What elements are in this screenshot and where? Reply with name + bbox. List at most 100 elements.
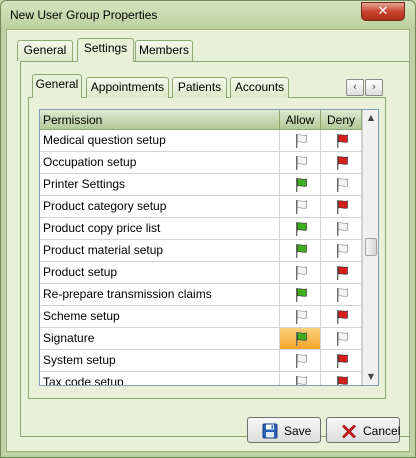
white-flag-icon (337, 332, 348, 346)
red-x-icon (342, 424, 356, 439)
white-flag-icon (296, 266, 307, 280)
tab-scroll-right-button[interactable]: › (365, 79, 383, 96)
inner-tab-patients[interactable]: Patients (172, 77, 227, 98)
permission-name: System setup (40, 350, 280, 371)
deny-cell[interactable] (321, 196, 362, 217)
white-flag-icon (337, 244, 348, 258)
allow-cell[interactable] (280, 328, 321, 349)
white-flag-icon (296, 134, 307, 148)
inner-tab-general[interactable]: General (32, 74, 82, 98)
scroll-thumb[interactable] (365, 238, 377, 256)
save-button[interactable]: Save (247, 417, 321, 443)
deny-cell[interactable] (321, 306, 362, 327)
grid-header: Permission Allow Deny (40, 110, 362, 130)
tab-settings[interactable]: Settings (77, 38, 134, 62)
green-flag-icon (296, 178, 307, 192)
table-row[interactable]: Product category setup (40, 196, 362, 218)
red-flag-icon (337, 354, 348, 368)
allow-cell[interactable] (280, 218, 321, 239)
permission-name: Tax code setup (40, 372, 280, 385)
table-row[interactable]: Re-prepare transmission claims (40, 284, 362, 306)
permission-name: Printer Settings (40, 174, 280, 195)
window-title: New User Group Properties (10, 8, 158, 22)
table-row[interactable]: System setup (40, 350, 362, 372)
scroll-up-icon[interactable]: ▲ (363, 110, 378, 126)
floppy-disk-icon (262, 423, 278, 439)
table-row[interactable]: Product setup (40, 262, 362, 284)
allow-cell[interactable] (280, 284, 321, 305)
column-header-allow[interactable]: Allow (280, 110, 321, 130)
tab-scroll-left-button[interactable]: ‹ (346, 79, 364, 96)
permission-name: Re-prepare transmission claims (40, 284, 280, 305)
permissions-grid[interactable]: Permission Allow Deny Medical question s… (39, 109, 379, 386)
permission-name: Product setup (40, 262, 280, 283)
white-flag-icon (337, 222, 348, 236)
tab-members[interactable]: Members (135, 40, 193, 61)
deny-cell[interactable] (321, 372, 362, 385)
deny-cell[interactable] (321, 328, 362, 349)
vertical-scrollbar[interactable]: ▲ ▼ (362, 110, 378, 385)
deny-cell[interactable] (321, 240, 362, 261)
column-header-permission[interactable]: Permission (40, 110, 280, 130)
deny-cell[interactable] (321, 174, 362, 195)
allow-cell[interactable] (280, 196, 321, 217)
allow-cell[interactable] (280, 130, 321, 151)
permission-name: Signature (40, 328, 280, 349)
permission-name: Medical question setup (40, 130, 280, 151)
scroll-down-icon[interactable]: ▼ (363, 369, 378, 385)
white-flag-icon (296, 354, 307, 368)
inner-tab-accounts[interactable]: Accounts (230, 77, 289, 98)
table-row[interactable]: Signature (40, 328, 362, 350)
title-bar[interactable]: New User Group Properties ✕ (1, 1, 415, 29)
permission-name: Product category setup (40, 196, 280, 217)
white-flag-icon (296, 156, 307, 170)
tab-general[interactable]: General (17, 40, 73, 61)
red-flag-icon (337, 376, 348, 385)
permission-name: Scheme setup (40, 306, 280, 327)
white-flag-icon (296, 376, 307, 385)
table-row[interactable]: Product copy price list (40, 218, 362, 240)
table-row[interactable]: Scheme setup (40, 306, 362, 328)
red-flag-icon (337, 266, 348, 280)
table-row[interactable]: Tax code setup (40, 372, 362, 385)
green-flag-icon (296, 332, 307, 346)
permission-name: Product copy price list (40, 218, 280, 239)
allow-cell[interactable] (280, 174, 321, 195)
deny-cell[interactable] (321, 262, 362, 283)
cancel-button[interactable]: Cancel (326, 417, 400, 443)
red-flag-icon (337, 156, 348, 170)
green-flag-icon (296, 222, 307, 236)
green-flag-icon (296, 288, 307, 302)
table-row[interactable]: Printer Settings (40, 174, 362, 196)
allow-cell[interactable] (280, 262, 321, 283)
grid-rows: Medical question setup Occupation setup Pr… (40, 130, 362, 385)
deny-cell[interactable] (321, 350, 362, 371)
white-flag-icon (296, 310, 307, 324)
allow-cell[interactable] (280, 240, 321, 261)
red-flag-icon (337, 134, 348, 148)
red-flag-icon (337, 200, 348, 214)
allow-cell[interactable] (280, 306, 321, 327)
allow-cell[interactable] (280, 372, 321, 385)
table-row[interactable]: Medical question setup (40, 130, 362, 152)
green-flag-icon (296, 244, 307, 258)
properties-window: New User Group Properties ✕ General Sett… (0, 0, 416, 458)
white-flag-icon (296, 200, 307, 214)
permission-name: Occupation setup (40, 152, 280, 173)
allow-cell[interactable] (280, 350, 321, 371)
red-flag-icon (337, 310, 348, 324)
white-flag-icon (337, 288, 348, 302)
allow-cell[interactable] (280, 152, 321, 173)
permission-name: Product material setup (40, 240, 280, 261)
cancel-label: Cancel (363, 424, 401, 438)
deny-cell[interactable] (321, 284, 362, 305)
save-label: Save (284, 424, 312, 438)
table-row[interactable]: Occupation setup (40, 152, 362, 174)
deny-cell[interactable] (321, 130, 362, 151)
table-row[interactable]: Product material setup (40, 240, 362, 262)
close-button[interactable]: ✕ (361, 2, 405, 21)
column-header-deny[interactable]: Deny (321, 110, 362, 130)
deny-cell[interactable] (321, 218, 362, 239)
deny-cell[interactable] (321, 152, 362, 173)
inner-tab-appointments[interactable]: Appointments (86, 77, 169, 98)
